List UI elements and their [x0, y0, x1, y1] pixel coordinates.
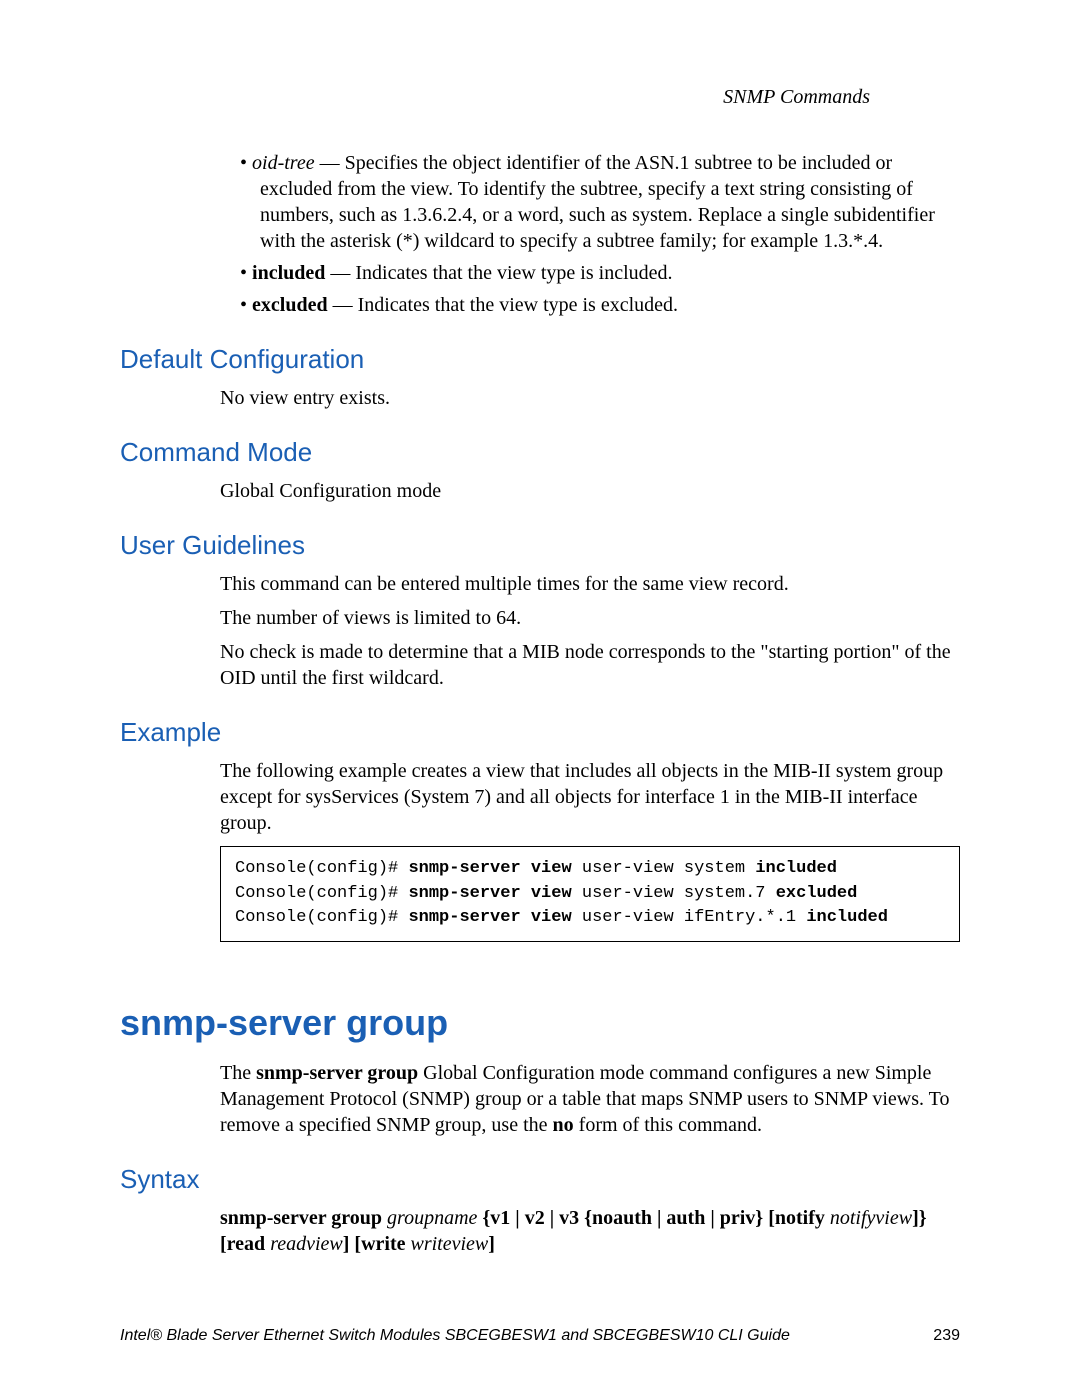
syntax-keyword: snmp-server group — [220, 1207, 382, 1229]
page-footer: Intel® Blade Server Ethernet Switch Modu… — [120, 1327, 960, 1345]
param-term: oid-tree — [252, 152, 315, 174]
intro-no: no — [553, 1114, 574, 1136]
content-area: oid-tree — Specifies the object identifi… — [120, 150, 960, 1257]
param-term: excluded — [252, 294, 328, 316]
body-text: The following example creates a view tha… — [220, 758, 960, 836]
code-text: Console(config)# — [235, 884, 408, 903]
section-heading-default-config: Default Configuration — [120, 344, 960, 375]
param-term: included — [252, 262, 325, 284]
section-heading-command-mode: Command Mode — [120, 437, 960, 468]
footer-doc-title: Intel® Blade Server Ethernet Switch Modu… — [120, 1327, 790, 1345]
code-text: Console(config)# — [235, 859, 408, 878]
syntax-arg: groupname — [382, 1207, 482, 1229]
syntax-keyword: ] — [488, 1233, 495, 1255]
parameter-list: oid-tree — Specifies the object identifi… — [220, 150, 960, 318]
code-text: snmp-server view — [408, 908, 571, 927]
command-title: snmp-server group — [120, 1002, 960, 1044]
code-text: user-view system — [572, 859, 756, 878]
page: SNMP Commands oid-tree — Specifies the o… — [0, 0, 1080, 1397]
code-text: excluded — [776, 884, 858, 903]
body-text: This command can be entered multiple tim… — [220, 571, 960, 597]
intro-pre: The — [220, 1062, 256, 1084]
code-text: Console(config)# — [235, 908, 408, 927]
syntax-keyword: ] [write — [343, 1233, 406, 1255]
code-text: user-view ifEntry.*.1 — [572, 908, 807, 927]
syntax-arg: writeview — [406, 1233, 489, 1255]
param-text: Specifies the object identifier of the A… — [260, 152, 935, 252]
list-item: oid-tree — Specifies the object identifi… — [220, 150, 960, 254]
param-sep: — — [328, 294, 358, 316]
section-heading-example: Example — [120, 717, 960, 748]
section-heading-user-guidelines: User Guidelines — [120, 530, 960, 561]
syntax-keyword: {v1 | v2 | v3 {noauth | auth | priv} — [482, 1207, 763, 1229]
body-text: No check is made to determine that a MIB… — [220, 639, 960, 691]
list-item: included — Indicates that the view type … — [220, 260, 960, 286]
syntax-keyword: [notify — [763, 1207, 825, 1229]
code-text: user-view system.7 — [572, 884, 776, 903]
page-number: 239 — [933, 1327, 960, 1345]
code-text: included — [755, 859, 837, 878]
intro-post: form of this command. — [574, 1114, 762, 1136]
syntax-arg: readview — [265, 1233, 343, 1255]
body-text: The snmp-server group Global Configurati… — [220, 1060, 960, 1138]
code-text: snmp-server view — [408, 884, 571, 903]
syntax-line: snmp-server group groupname {v1 | v2 | v… — [220, 1205, 960, 1257]
body-text: Global Configuration mode — [220, 478, 960, 504]
param-sep: — — [325, 262, 355, 284]
param-sep: — — [315, 152, 345, 174]
intro-bold: snmp-server group — [256, 1062, 418, 1084]
param-text: Indicates that the view type is excluded… — [358, 294, 678, 316]
body-text: No view entry exists. — [220, 385, 960, 411]
syntax-keyword: [read — [220, 1233, 265, 1255]
section-heading-syntax: Syntax — [120, 1164, 960, 1195]
list-item: excluded — Indicates that the view type … — [220, 292, 960, 318]
code-text: snmp-server view — [408, 859, 571, 878]
param-text: Indicates that the view type is included… — [355, 262, 672, 284]
body-text: The number of views is limited to 64. — [220, 605, 960, 631]
code-text: included — [806, 908, 888, 927]
code-example: Console(config)# snmp-server view user-v… — [220, 846, 960, 942]
syntax-keyword: ]} — [912, 1207, 927, 1229]
syntax-arg: notifyview — [825, 1207, 912, 1229]
chapter-title: SNMP Commands — [723, 86, 870, 109]
